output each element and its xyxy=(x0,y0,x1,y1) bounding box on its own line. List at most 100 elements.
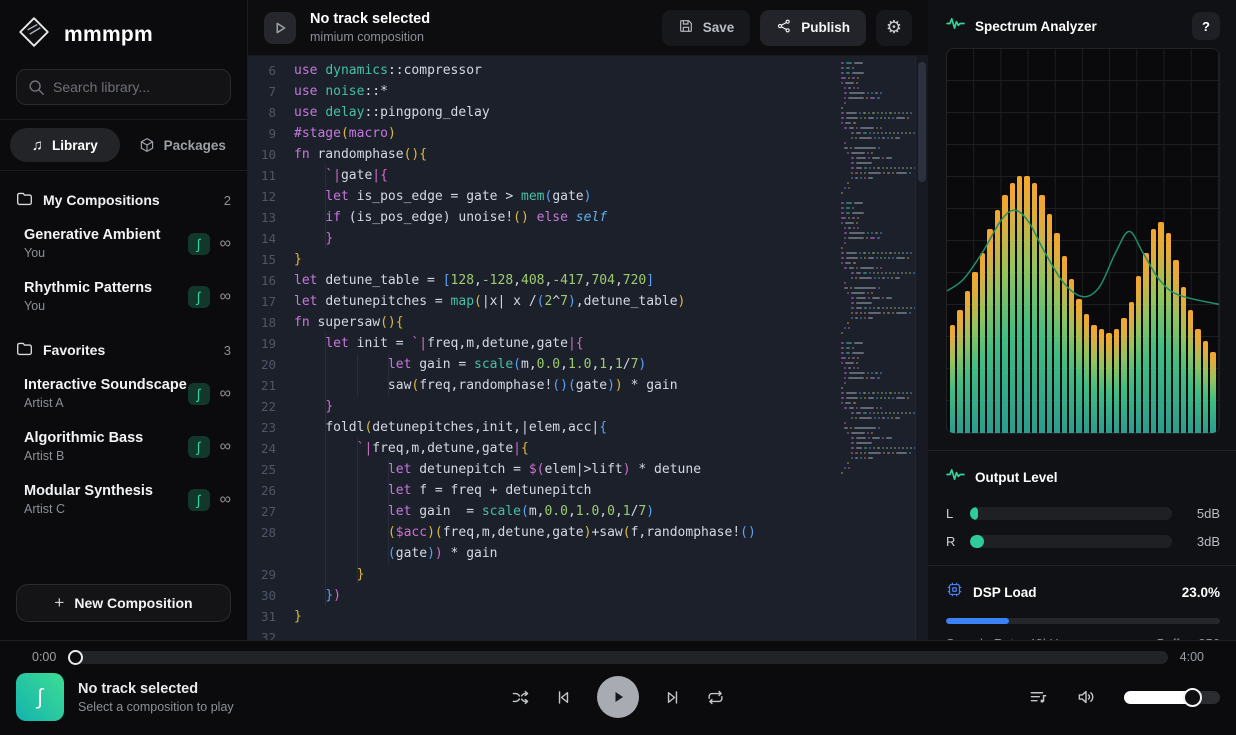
minimap-line xyxy=(841,297,913,299)
minimap-line xyxy=(841,352,913,354)
code-line: 23 foldl(detunepitches,init,|elem,acc|{ xyxy=(248,417,832,438)
line-number: 18 xyxy=(248,312,294,333)
code-line: 29 } xyxy=(248,564,832,585)
indent-guide xyxy=(325,480,326,501)
search-input[interactable] xyxy=(16,69,231,105)
section-header: My Compositions2 xyxy=(0,183,247,217)
list-item[interactable]: Rhythmic PatternsYou∫∞ xyxy=(0,270,247,323)
sidebar-tabs: ♫LibraryPackages xyxy=(0,119,247,171)
play-button[interactable] xyxy=(597,676,639,718)
minimap-line xyxy=(841,427,913,429)
seek-handle[interactable] xyxy=(68,650,83,665)
next-button[interactable] xyxy=(663,688,682,707)
item-subtitle: Artist C xyxy=(24,502,188,516)
app-window: mmmpm ♫LibraryPackages My Compositions2G… xyxy=(0,0,1236,735)
code-line: 22 } xyxy=(248,396,832,417)
sidebar-section: My Compositions2Generative AmbientYou∫∞R… xyxy=(0,183,247,323)
minimap-line xyxy=(841,132,913,134)
indent-guide xyxy=(388,375,389,396)
minimap-line xyxy=(841,467,913,469)
seek-bar[interactable] xyxy=(68,651,1167,664)
editor-scrollbar[interactable] xyxy=(915,56,928,640)
minimap-line xyxy=(841,137,913,139)
minimap-line xyxy=(841,217,913,219)
shuffle-button[interactable] xyxy=(511,688,530,707)
repeat-button[interactable] xyxy=(706,688,725,707)
minimap-line xyxy=(841,317,913,319)
item-title: Generative Ambient xyxy=(24,227,188,243)
minimap-line xyxy=(841,147,913,149)
minimap-line xyxy=(841,207,913,209)
list-item[interactable]: Modular SynthesisArtist C∫∞ xyxy=(0,473,247,526)
list-item[interactable]: Generative AmbientYou∫∞ xyxy=(0,217,247,270)
minimap-line xyxy=(841,412,913,414)
time-current: 0:00 xyxy=(32,650,56,664)
code-editor[interactable]: 6use dynamics::compressor7use noise::*8u… xyxy=(248,60,832,640)
minimap-line xyxy=(841,197,913,199)
now-playing-title: No track selected xyxy=(78,681,234,697)
tab-library[interactable]: ♫Library xyxy=(10,128,120,162)
minimap-line xyxy=(841,267,913,269)
minimap-line xyxy=(841,237,913,239)
previous-button[interactable] xyxy=(554,688,573,707)
output-level-header: Output Level xyxy=(946,461,1220,493)
minimap-line xyxy=(841,332,913,334)
code-line: (gate)) * gain xyxy=(248,543,832,564)
code-line: 19 let init = `|freq,m,detune,gate|{ xyxy=(248,333,832,354)
line-number: 10 xyxy=(248,144,294,165)
line-number: 20 xyxy=(248,354,294,375)
minimap-line xyxy=(841,87,913,89)
section-count: 2 xyxy=(224,193,231,208)
track-subtitle: mimium composition xyxy=(310,30,430,44)
line-number: 9 xyxy=(248,123,294,144)
line-number: 8 xyxy=(248,102,294,123)
code-line: 21 saw(freq,randomphase!()(gate)) * gain xyxy=(248,375,832,396)
indent-guide xyxy=(388,459,389,480)
list-item[interactable]: Interactive SoundscapeArtist A∫∞ xyxy=(0,367,247,420)
save-button[interactable]: Save xyxy=(662,10,751,46)
minimap-line xyxy=(841,462,913,464)
code-editor-area[interactable]: 6use dynamics::compressor7use noise::*8u… xyxy=(248,56,928,640)
header-play-button[interactable] xyxy=(264,12,296,44)
now-playing-info: No track selected Select a composition t… xyxy=(78,681,234,714)
indent-guide xyxy=(325,564,326,585)
indent-guide xyxy=(325,501,326,522)
tab-label: Library xyxy=(52,138,98,153)
settings-button[interactable]: ⚙ xyxy=(876,10,912,46)
spectrum-canvas xyxy=(946,48,1220,434)
line-number: 13 xyxy=(248,207,294,228)
package-icon xyxy=(139,137,155,153)
search-wrap xyxy=(16,69,231,105)
indent-guide xyxy=(357,501,358,522)
new-composition-label: New Composition xyxy=(74,595,192,611)
volume-handle[interactable] xyxy=(1183,688,1202,707)
line-number: 7 xyxy=(248,81,294,102)
code-line: 27 let gain = scale(m,0.0,1.0,0,1/7) xyxy=(248,501,832,522)
code-line: 9#stage(macro) xyxy=(248,123,832,144)
scrollbar-thumb[interactable] xyxy=(918,62,926,182)
minimap-line xyxy=(841,112,913,114)
indent-guide xyxy=(357,480,358,501)
code-line: 6use dynamics::compressor xyxy=(248,60,832,81)
list-item[interactable]: Algorithmic BassArtist B∫∞ xyxy=(0,420,247,473)
minimap[interactable] xyxy=(841,62,913,482)
indent-guide xyxy=(325,396,326,417)
indent-guide xyxy=(325,186,326,207)
save-icon xyxy=(678,18,694,37)
share-icon xyxy=(776,18,792,37)
new-composition-button[interactable]: + New Composition xyxy=(16,584,231,622)
mimium-badge: ∫ xyxy=(188,489,210,511)
volume-slider[interactable] xyxy=(1124,691,1220,704)
line-number: 12 xyxy=(248,186,294,207)
queue-button[interactable] xyxy=(1029,688,1048,707)
publish-button[interactable]: Publish xyxy=(760,10,866,46)
plus-icon: + xyxy=(54,593,64,613)
tab-packages[interactable]: Packages xyxy=(128,128,238,162)
volume-icon[interactable] xyxy=(1076,687,1096,707)
editor-header: No track selected mimium composition Sav… xyxy=(248,0,928,56)
player-row: ∫ No track selected Select a composition… xyxy=(0,664,1236,721)
help-button[interactable]: ? xyxy=(1192,12,1220,40)
line-number: 16 xyxy=(248,270,294,291)
minimap-line xyxy=(841,432,913,434)
spectrum-section: Spectrum Analyzer ? xyxy=(928,0,1236,451)
